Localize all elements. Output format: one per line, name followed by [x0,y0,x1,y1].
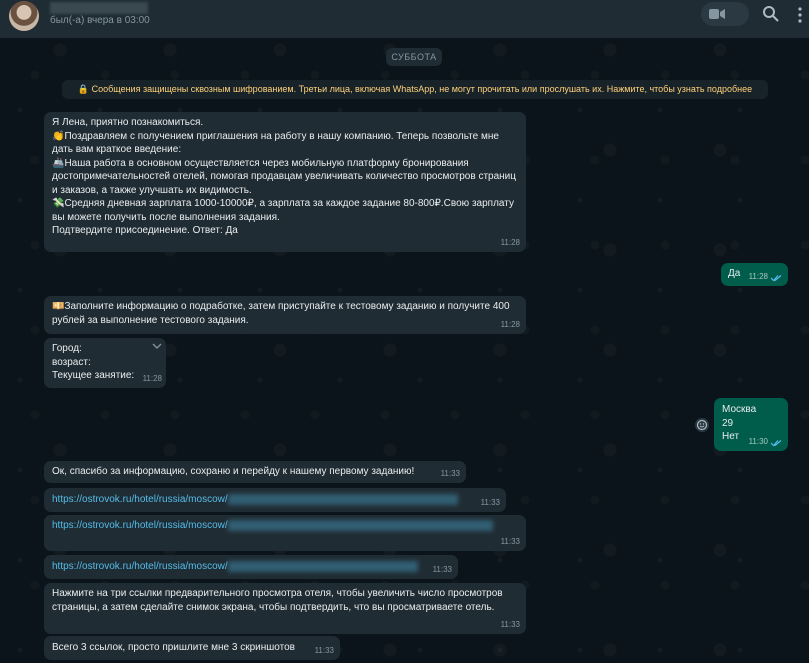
hotel-link[interactable]: https://ostrovok.ru/hotel/russia/moscow/ [52,520,228,531]
outgoing-message[interactable]: Москва 29 Нет 11:30 [714,398,788,451]
chat-header[interactable]: был(-а) вчера в 03:00 [0,0,809,38]
double-check-icon [770,440,782,447]
message-time: 11:33 [440,468,460,478]
incoming-message[interactable]: Ок, спасибо за информацию, сохраню и пер… [44,461,466,483]
message-time: 11:33 [480,497,500,507]
chevron-down-icon [709,9,717,14]
double-check-icon [770,275,782,282]
message-time: 11:33 [500,619,520,629]
last-seen-status: был(-а) вчера в 03:00 [50,15,150,26]
contact-name-redacted[interactable] [50,2,148,14]
hotel-link[interactable]: https://ostrovok.ru/hotel/russia/moscow/ [52,561,228,572]
incoming-message[interactable]: https://ostrovok.ru/hotel/russia/moscow/… [44,555,458,579]
outgoing-message[interactable]: Да 11:28 [721,263,788,286]
incoming-message[interactable]: Нажмите на три ссылки предварительного п… [44,583,526,634]
message-text: Нажмите на три ссылки предварительного п… [52,588,506,613]
reaction-button[interactable] [695,418,709,432]
message-text: 💴Заполните информацию о подработке, зате… [52,301,513,326]
menu-icon[interactable] [795,5,805,25]
incoming-message[interactable]: Всего 3 ссылок, просто пришлите мне 3 ск… [44,636,340,660]
message-time: 11:28 [142,373,162,383]
message-time: 11:28 [500,319,520,329]
message-time: 11:33 [500,536,520,546]
incoming-message[interactable]: 💴Заполните информацию о подработке, зате… [44,296,526,334]
redacted-link-part [227,519,493,531]
redacted-link-part [227,560,418,572]
chevron-down-icon[interactable] [152,342,162,350]
contact-avatar[interactable] [9,1,39,31]
incoming-message[interactable]: Город: возраст: Текущее занятие: 11:28 [44,338,166,388]
incoming-message[interactable]: https://ostrovok.ru/hotel/russia/moscow/… [44,515,526,551]
message-text: Ок, спасибо за информацию, сохраню и пер… [52,466,415,477]
message-time: 11:33 [432,564,452,574]
encryption-notice[interactable]: 🔒 Сообщения защищены сквозным шифрование… [62,80,768,99]
video-call-button[interactable] [701,2,749,26]
message-time: 11:30 [748,436,768,446]
message-text: Всего 3 ссылок, просто пришлите мне 3 ск… [52,642,295,653]
incoming-message[interactable]: https://ostrovok.ru/hotel/russia/moscow/… [44,488,506,512]
date-divider: СУББОТА [386,48,442,66]
incoming-message[interactable]: Я Лена, приятно познакомиться. 👏Поздравл… [44,112,526,252]
smiley-icon [696,419,708,431]
redacted-link-part [227,493,458,505]
message-time: 11:28 [500,237,520,247]
chat-window: был(-а) вчера в 03:00 СУББОТА 🔒 Сообщени… [0,0,809,663]
message-time: 11:33 [314,645,334,655]
hotel-link[interactable]: https://ostrovok.ru/hotel/russia/moscow/ [52,494,228,505]
message-time: 11:28 [748,271,768,281]
message-text: Я Лена, приятно познакомиться. 👏Поздравл… [52,117,516,236]
search-icon[interactable] [762,5,780,23]
